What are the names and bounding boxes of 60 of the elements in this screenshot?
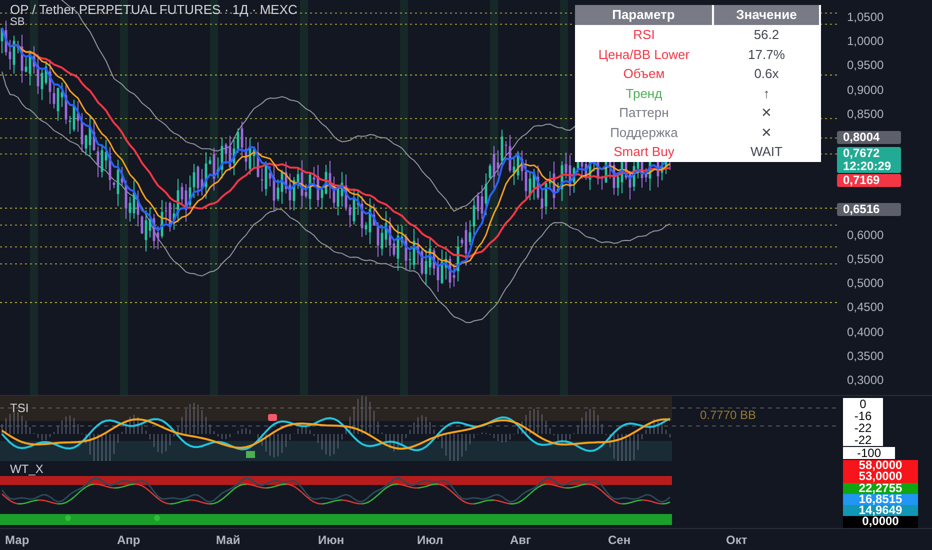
scale-label: 0 xyxy=(843,398,883,410)
table-cell: 0.6x xyxy=(712,64,820,84)
price-badge: 0,6516 xyxy=(837,202,901,216)
indicator-value: 0.7770 BB xyxy=(700,407,756,424)
scale-label: 0,0000 xyxy=(843,516,918,528)
table-cell: ✕ xyxy=(712,103,820,122)
indicator-label: SB xyxy=(10,16,25,29)
price-label: 0,9500 xyxy=(847,58,884,72)
price-label: 0,9000 xyxy=(847,82,884,97)
price-label: 1,0500 xyxy=(847,10,884,24)
scale-label: 14,9649 xyxy=(843,505,918,516)
cross-dot xyxy=(65,515,71,521)
column-header: Значение xyxy=(712,5,820,25)
scale-label: -100 xyxy=(843,447,895,459)
price-label: 0,3500 xyxy=(847,348,884,363)
price-label: 0,5500 xyxy=(847,252,884,266)
price-label: 0,3000 xyxy=(847,373,884,387)
price-label: 1,0000 xyxy=(847,34,884,48)
price-label: 0,6000 xyxy=(847,228,884,242)
table-cell: Паттерн xyxy=(575,103,713,122)
price-label: 0,8500 xyxy=(847,106,884,121)
price-badge: 0,7672 12:20:29 xyxy=(837,146,901,173)
table-cell: 17.7% xyxy=(712,44,820,64)
time-label: Май xyxy=(216,532,240,548)
table-cell: Тренд xyxy=(575,84,713,103)
column-header: Параметр xyxy=(575,5,713,25)
price-label: 0,5000 xyxy=(847,276,884,290)
scale-label: -16 xyxy=(843,410,883,422)
wt-label: WT_X xyxy=(10,461,44,478)
time-label: Июн xyxy=(318,532,344,548)
scale-label: -22 xyxy=(843,434,883,446)
table-cell: Поддержка xyxy=(575,122,713,142)
time-label: Сен xyxy=(608,532,631,548)
scale-label: 22,2755 xyxy=(843,482,918,494)
scale-label: 58,0000 xyxy=(843,460,918,472)
table-cell: ✕ xyxy=(712,122,820,142)
table-cell: Smart Buy xyxy=(575,142,713,162)
table-cell: RSI xyxy=(575,25,713,44)
time-label: Авг xyxy=(510,532,532,548)
buy-marker xyxy=(246,451,255,458)
table-cell: Цена/BB Lower xyxy=(575,44,713,64)
price-badge: 0,7169 xyxy=(837,174,901,187)
time-label: Мар xyxy=(5,532,30,548)
time-label: Окт xyxy=(726,532,748,548)
scale-label: 16,8515 xyxy=(843,494,918,506)
table-cell: ↑ xyxy=(712,84,820,103)
sell-marker xyxy=(268,414,277,421)
price-label: 0,4500 xyxy=(847,300,884,314)
cross-dot xyxy=(154,515,160,521)
price-label: 0,4000 xyxy=(847,324,884,339)
tsi-label: TSI xyxy=(10,400,29,417)
table-cell: Объем xyxy=(575,64,713,84)
table-cell: WAIT xyxy=(712,142,820,162)
scale-label: -22 xyxy=(843,422,883,434)
scale-label: 53,0000 xyxy=(843,471,918,483)
time-label: Июл xyxy=(417,532,444,548)
price-badge: 0,8004 xyxy=(837,130,901,144)
chart-title: OP / Tether PERPETUAL FUTURES · 1Д · MEXC xyxy=(10,3,298,16)
table-cell: 56.2 xyxy=(712,25,820,44)
time-label: Апр xyxy=(117,532,140,548)
